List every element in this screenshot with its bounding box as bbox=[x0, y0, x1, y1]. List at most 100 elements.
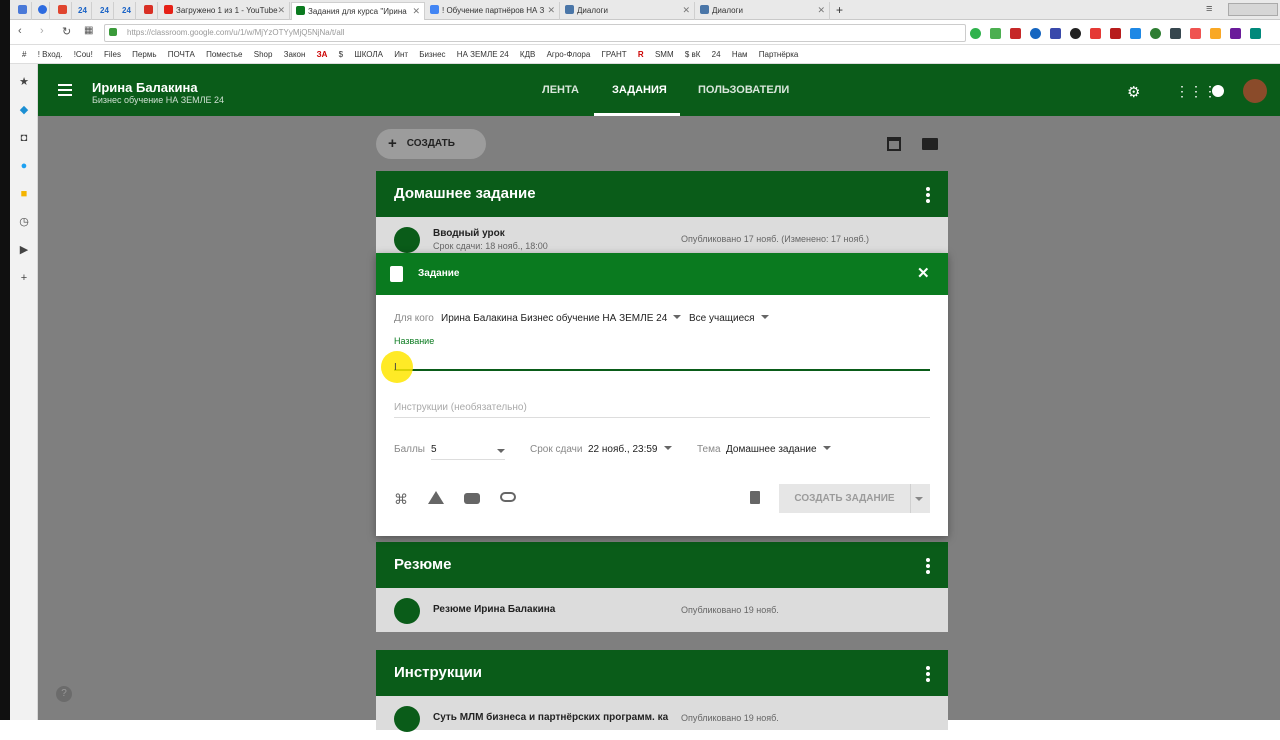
bookmark[interactable]: SMM bbox=[655, 50, 674, 59]
menu-icon[interactable]: ≡ bbox=[1206, 3, 1212, 15]
more-vert-icon[interactable] bbox=[926, 666, 930, 684]
box-extension-icon[interactable] bbox=[1170, 28, 1181, 39]
pocket-extension-icon[interactable] bbox=[1050, 28, 1061, 39]
apps-grid-icon[interactable]: ⋮⋮⋮ bbox=[1175, 83, 1217, 100]
bookmark[interactable]: Shop bbox=[254, 50, 273, 59]
vpn-extension-icon[interactable] bbox=[1030, 28, 1041, 39]
bookmark[interactable]: Нам bbox=[732, 50, 748, 59]
link-icon[interactable] bbox=[500, 492, 516, 502]
notifications-icon[interactable] bbox=[1212, 85, 1224, 97]
tab-docs[interactable] bbox=[14, 2, 32, 20]
list-item[interactable]: Резюме Ирина Балакина Опубликовано 19 но… bbox=[376, 588, 948, 632]
note-icon[interactable]: ■ bbox=[18, 188, 30, 200]
bookmark[interactable]: Поместье bbox=[206, 50, 242, 59]
list-item[interactable]: Суть МЛМ бизнеса и партнёрских программ.… bbox=[376, 696, 948, 740]
yellow-extension-icon[interactable] bbox=[1210, 28, 1221, 39]
window-controls[interactable] bbox=[1228, 3, 1278, 16]
create-assignment-button[interactable]: СОЗДАТЬ ЗАДАНИЕ bbox=[779, 484, 910, 513]
tab-dialogs-a[interactable]: Диалоги ✕ bbox=[561, 2, 695, 20]
back-icon[interactable]: ‹ bbox=[18, 25, 22, 37]
bookmark[interactable]: КДВ bbox=[520, 50, 535, 59]
bookmark[interactable]: R bbox=[638, 50, 644, 59]
green-extension-icon[interactable] bbox=[1150, 28, 1161, 39]
tab-account[interactable] bbox=[34, 2, 50, 20]
new-tab-button[interactable]: + bbox=[832, 2, 848, 20]
tab-youtube[interactable]: Загружено 1 из 1 - YouTube ✕ bbox=[160, 2, 290, 20]
tab-24-b[interactable]: 24 bbox=[96, 2, 114, 20]
more-vert-icon[interactable] bbox=[926, 187, 930, 205]
add-panel-icon[interactable]: + bbox=[18, 272, 30, 284]
tab-classwork[interactable]: ЗАДАНИЯ bbox=[612, 84, 667, 96]
instructions-input[interactable]: Инструкции (необязательно) bbox=[394, 402, 527, 413]
bookmark[interactable]: Бизнес bbox=[419, 50, 445, 59]
bookmark[interactable]: ЗА bbox=[317, 50, 328, 59]
students-select[interactable]: Все учащиеся bbox=[689, 313, 769, 324]
bookmark[interactable]: ШКОЛА bbox=[354, 50, 383, 59]
close-icon[interactable]: ✕ bbox=[547, 2, 555, 19]
close-icon[interactable]: ✕ bbox=[817, 2, 825, 19]
help-icon[interactable]: ? bbox=[56, 686, 72, 702]
bookmark[interactable]: # bbox=[22, 50, 26, 59]
calendar-icon[interactable] bbox=[887, 137, 901, 151]
bookmark[interactable]: Инт bbox=[394, 50, 408, 59]
tab-training[interactable]: ! Обучение партнёров НА З ✕ bbox=[426, 2, 560, 20]
folder-icon[interactable] bbox=[922, 138, 938, 150]
youtube-icon[interactable] bbox=[464, 493, 480, 504]
bookmark[interactable]: Партнёрка bbox=[759, 50, 799, 59]
topic-select[interactable]: Домашнее задание bbox=[726, 444, 831, 455]
name-input[interactable] bbox=[394, 353, 930, 371]
tab-people[interactable]: ПОЛЬЗОВАТЕЛИ bbox=[698, 84, 789, 96]
tab-24-a[interactable]: 24 bbox=[74, 2, 92, 20]
points-select[interactable]: 5 bbox=[431, 444, 505, 460]
close-icon[interactable]: ✕ bbox=[917, 264, 930, 282]
bookmark[interactable]: $ вК bbox=[685, 50, 701, 59]
class-title[interactable]: Ирина Балакина bbox=[92, 80, 198, 95]
twitter-icon[interactable]: ● bbox=[18, 160, 30, 172]
dark-extension-icon[interactable] bbox=[1070, 28, 1081, 39]
bookmark[interactable]: НА ЗЕМЛЕ 24 bbox=[457, 50, 509, 59]
star-icon[interactable]: ★ bbox=[18, 76, 30, 88]
create-options-button[interactable] bbox=[910, 484, 930, 513]
instagram-icon[interactable]: ◘ bbox=[18, 132, 30, 144]
hamburger-menu-icon[interactable] bbox=[58, 84, 72, 96]
tab-gmail[interactable] bbox=[140, 2, 158, 20]
reload-icon[interactable]: ↻ bbox=[62, 25, 71, 38]
close-icon[interactable]: ✕ bbox=[412, 3, 420, 20]
tab-apps[interactable] bbox=[54, 2, 72, 20]
avatar[interactable] bbox=[1243, 79, 1267, 103]
bookmark[interactable]: ГРАНТ bbox=[602, 50, 627, 59]
purple-extension-icon[interactable] bbox=[1230, 28, 1241, 39]
create-button[interactable]: + СОЗДАТЬ bbox=[376, 129, 486, 159]
bookmark[interactable]: Пермь bbox=[132, 50, 156, 59]
cart-extension-icon[interactable] bbox=[1130, 28, 1141, 39]
bookmark[interactable]: ПОЧТА bbox=[168, 50, 195, 59]
red-extension-icon[interactable] bbox=[1090, 28, 1101, 39]
trash-icon[interactable] bbox=[750, 491, 760, 504]
mail-extension-icon[interactable] bbox=[1010, 28, 1021, 39]
close-icon[interactable]: ✕ bbox=[682, 2, 690, 19]
forward-icon[interactable]: › bbox=[40, 25, 44, 37]
teal-extension-icon[interactable] bbox=[1250, 28, 1261, 39]
due-select[interactable]: 22 нояб., 23:59 bbox=[588, 444, 672, 455]
grid-icon[interactable]: ▦ bbox=[84, 25, 93, 36]
history-icon[interactable]: ◷ bbox=[18, 216, 30, 228]
gem-extension-icon[interactable] bbox=[1190, 28, 1201, 39]
more-vert-icon[interactable] bbox=[926, 558, 930, 576]
tab-classroom[interactable]: Задания для курса "Ирина ✕ bbox=[291, 2, 425, 20]
check-extension-icon[interactable] bbox=[970, 28, 981, 39]
tab-dialogs-b[interactable]: Диалоги ✕ bbox=[696, 2, 830, 20]
class-select[interactable]: Ирина Балакина Бизнес обучение НА ЗЕМЛЕ … bbox=[441, 313, 682, 324]
close-icon[interactable]: ✕ bbox=[277, 2, 285, 19]
bookmark[interactable]: Files bbox=[104, 50, 121, 59]
bookmark[interactable]: ! Вход. bbox=[38, 50, 63, 59]
tab-stream[interactable]: ЛЕНТА bbox=[542, 84, 579, 96]
gear-icon[interactable]: ⚙ bbox=[1127, 83, 1140, 101]
bookmark[interactable]: Агро-Флора bbox=[547, 50, 591, 59]
bookmark[interactable]: $ bbox=[339, 50, 343, 59]
share-icon[interactable]: ◆ bbox=[18, 104, 30, 116]
tab-24-c[interactable]: 24 bbox=[118, 2, 136, 20]
x-extension-icon[interactable] bbox=[1110, 28, 1121, 39]
bookmark[interactable]: 24 bbox=[712, 50, 721, 59]
drive-icon[interactable] bbox=[428, 491, 444, 504]
bookmark[interactable]: Закон bbox=[284, 50, 306, 59]
